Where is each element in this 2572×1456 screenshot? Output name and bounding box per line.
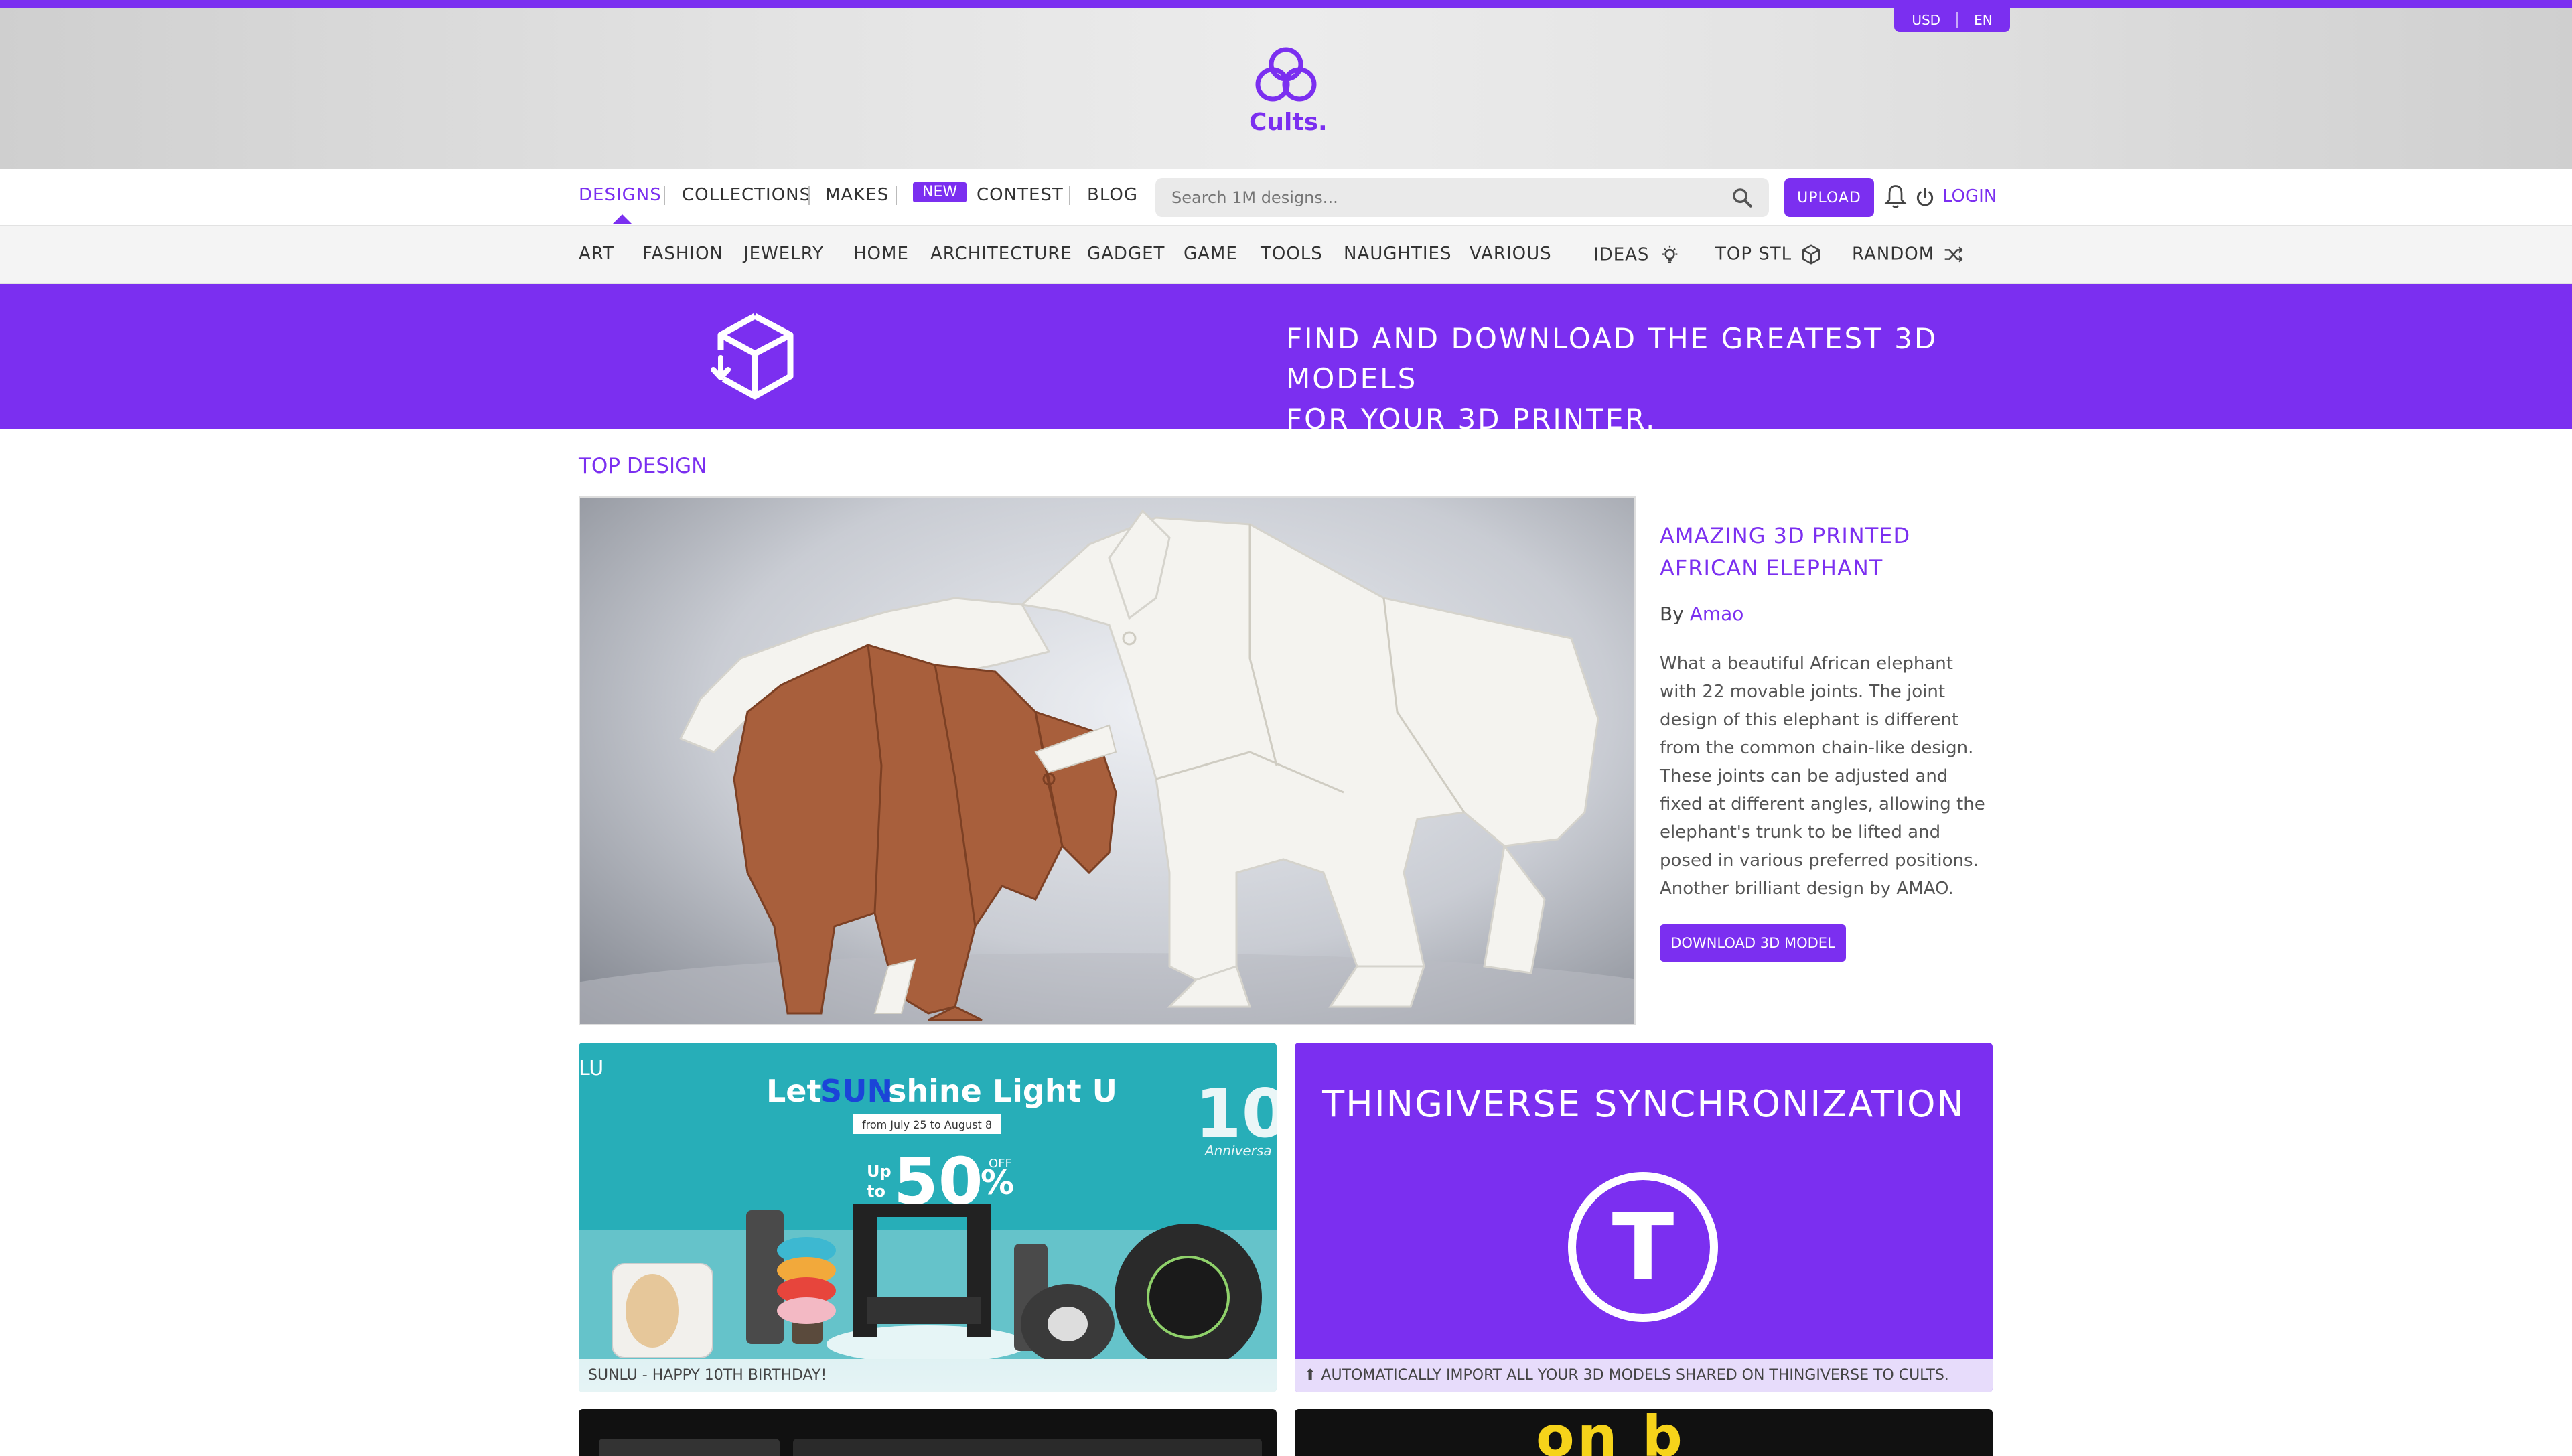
language-selector[interactable]: EN	[1958, 12, 2009, 28]
nav-divider	[808, 186, 810, 205]
featured-design-title[interactable]: AMAZING 3D PRINTED AFRICAN ELEPHANT	[1660, 520, 1981, 584]
ideas-label: IDEAS	[1593, 244, 1650, 265]
upload-button[interactable]: UPLOAD	[1784, 178, 1874, 217]
download-3d-model-button[interactable]: DOWNLOAD 3D MODEL	[1660, 924, 1846, 962]
site-header: USD EN Cults.	[0, 8, 2572, 169]
nav-blog[interactable]: BLOG	[1087, 185, 1138, 205]
nav-divider	[1069, 186, 1070, 205]
promo-dates: from July 25 to August 8	[862, 1118, 992, 1131]
thingiverse-logo-icon: T	[1568, 1172, 1718, 1322]
active-tab-caret	[613, 214, 632, 224]
promo-headline-rest: shine Light U	[888, 1073, 1117, 1109]
category-game[interactable]: GAME	[1184, 244, 1238, 264]
currency-selector[interactable]: USD	[1896, 12, 1956, 28]
video-thumbnail-strip	[599, 1439, 780, 1456]
cube-icon	[1802, 244, 1820, 265]
promo-headline-let: Let	[766, 1073, 822, 1109]
author-link[interactable]: Amao	[1690, 603, 1744, 625]
promo-card-bottom-left[interactable]	[579, 1409, 1277, 1456]
nav-designs[interactable]: DESIGNS	[579, 185, 662, 205]
category-tools[interactable]: TOOLS	[1261, 244, 1323, 264]
download-cube-icon	[711, 313, 794, 400]
nav-contest[interactable]: CONTEST	[977, 185, 1064, 205]
bottom-promo-text: on b	[1536, 1409, 1685, 1456]
nav-top-stl[interactable]: TOP STL	[1715, 244, 1822, 265]
top-stl-label: TOP STL	[1715, 244, 1792, 265]
banner-tagline: FIND AND DOWNLOAD THE GREATEST 3D MODELS…	[1286, 319, 2023, 439]
category-fashion[interactable]: FASHION	[642, 244, 723, 264]
promo-to-label: to	[867, 1182, 885, 1201]
nav-collections[interactable]: COLLECTIONS	[682, 185, 811, 205]
search-icon[interactable]	[1731, 186, 1754, 209]
nav-random[interactable]: RANDOM	[1852, 244, 1964, 265]
category-home[interactable]: HOME	[853, 244, 909, 264]
promo-up-label: Up	[867, 1162, 891, 1181]
bell-icon[interactable]	[1883, 184, 1908, 210]
featured-design-image[interactable]	[579, 496, 1636, 1025]
nav-divider	[664, 186, 665, 205]
top-accent-bar	[0, 0, 2572, 8]
banner-line-1: FIND AND DOWNLOAD THE GREATEST 3D MODELS	[1286, 322, 1938, 395]
cults-logo[interactable]: Cults.	[1249, 43, 1328, 150]
promo-caption-thingiverse[interactable]: ⬆ AUTOMATICALLY IMPORT ALL YOUR 3D MODEL…	[1295, 1359, 1993, 1392]
promo-card-thingiverse[interactable]: THINGIVERSE SYNCHRONIZATION T ⬆ AUTOMATI…	[1295, 1043, 1993, 1392]
promo-card-bottom-right[interactable]: on b	[1295, 1409, 1993, 1456]
nav-makes[interactable]: MAKES	[825, 185, 889, 205]
promo-anniversary: Anniversa	[1204, 1143, 1272, 1159]
banner-line-2: FOR YOUR 3D PRINTER.	[1286, 403, 1657, 435]
featured-design-byline: By Amao	[1660, 603, 1743, 625]
category-navigation: ART FASHION JEWELRY HOME ARCHITECTURE GA…	[0, 226, 2572, 284]
promo-card-sunlu[interactable]: LU Let SUN shine Light U from July 25 to…	[579, 1043, 1277, 1392]
new-badge: NEW	[913, 182, 967, 202]
hero-banner: FIND AND DOWNLOAD THE GREATEST 3D MODELS…	[0, 284, 2572, 435]
logo-text: Cults.	[1249, 108, 1328, 136]
currency-language-switcher[interactable]: USD EN	[1894, 8, 2010, 32]
shuffle-icon	[1945, 246, 1964, 263]
category-jewelry[interactable]: JEWELRY	[743, 244, 824, 264]
category-art[interactable]: ART	[579, 244, 614, 264]
category-naughties[interactable]: NAUGHTIES	[1344, 244, 1451, 264]
thingiverse-sync-title: THINGIVERSE SYNCHRONIZATION	[1322, 1083, 1965, 1125]
promo-tenth-number: 10	[1195, 1074, 1277, 1153]
nav-divider	[896, 186, 897, 205]
category-various[interactable]: VARIOUS	[1470, 244, 1552, 264]
sunlu-brand-corner: LU	[579, 1057, 603, 1080]
promo-off-label: OFF	[989, 1157, 1012, 1171]
sunlu-promo-image: LU Let SUN shine Light U from July 25 to…	[579, 1043, 1277, 1359]
random-label: RANDOM	[1852, 244, 1935, 265]
thingiverse-logo-letter: T	[1612, 1195, 1674, 1301]
by-label: By	[1660, 603, 1684, 625]
nav-ideas[interactable]: IDEAS	[1593, 244, 1681, 267]
category-architecture[interactable]: ARCHITECTURE	[930, 244, 1072, 264]
elephant-illustration	[580, 509, 1634, 1024]
cults-logo-icon	[1255, 47, 1317, 102]
promo-headline-sun: SUN	[820, 1073, 893, 1109]
primary-navigation: DESIGNS COLLECTIONS MAKES NEW CONTEST BL…	[0, 169, 2572, 226]
category-gadget[interactable]: GADGET	[1087, 244, 1165, 264]
power-icon[interactable]	[1914, 187, 1936, 208]
login-link[interactable]: LOGIN	[1942, 186, 1997, 206]
promo-caption-sunlu[interactable]: SUNLU - HAPPY 10TH BIRTHDAY!	[579, 1359, 1277, 1392]
featured-design-description: What a beautiful African elephant with 2…	[1660, 654, 1985, 899]
search-input[interactable]	[1155, 178, 1769, 217]
video-thumbnail-strip	[793, 1439, 1262, 1456]
section-title-top-design: TOP DESIGN	[579, 454, 707, 478]
lightbulb-icon	[1662, 245, 1678, 263]
